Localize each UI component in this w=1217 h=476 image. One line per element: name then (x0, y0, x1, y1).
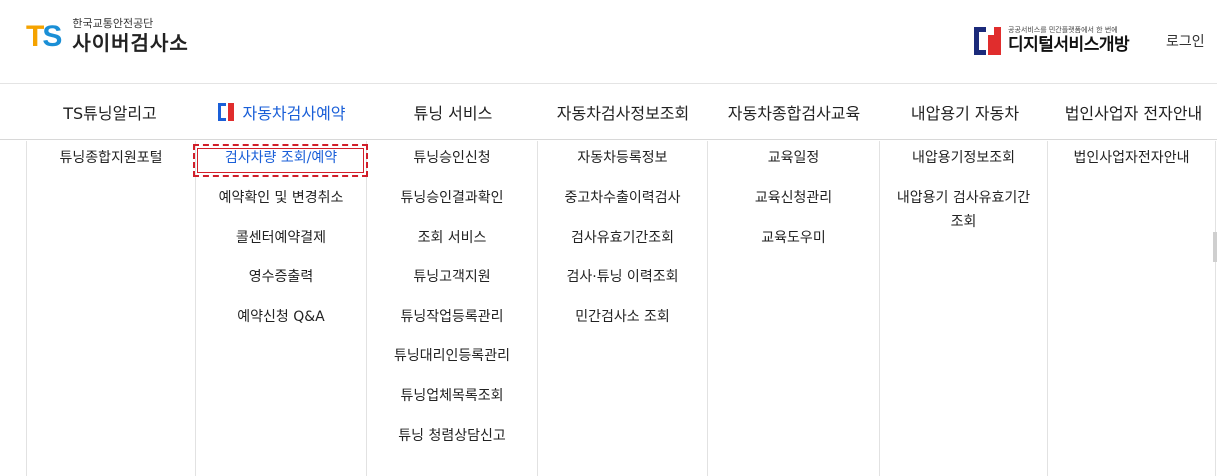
submenu-pressure-vessel-validity[interactable]: 내압용기 검사유효기간 조회 (880, 186, 1047, 234)
submenu-private-inspection-station[interactable]: 민간검사소 조회 (538, 305, 707, 329)
nav-inspection-info[interactable]: 자동차검사정보조회 (538, 84, 708, 140)
submenu-reservation-check[interactable]: 예약확인 및 변경취소 (196, 186, 366, 210)
main-nav: TS튜닝알리고 자동차검사예약 튜닝 서비스 자동차검사정보조회 자동차종합검사… (0, 84, 1217, 140)
nav-pressure-vessel[interactable]: 내압용기 자동차 (880, 84, 1050, 140)
submenu-tuning-agent-registration[interactable]: 튜닝대리인등록관리 (367, 344, 537, 368)
submenu-tuning-approval-result[interactable]: 튜닝승인결과확인 (367, 186, 537, 210)
nav-label: TS튜닝알리고 (63, 104, 157, 123)
site-header: TS 한국교통안전공단 사이버검사소 공공서비스를 민간플랫폼에서 한 번에 디… (0, 0, 1217, 84)
login-link[interactable]: 로그인 (1166, 31, 1205, 51)
submenu-reservation-qna[interactable]: 예약신청 Q&A (196, 305, 366, 329)
submenu-vehicle-registration-info[interactable]: 자동차등록정보 (538, 146, 707, 170)
digital-service-logo-icon (974, 26, 1001, 55)
submenu-col-tuning-service: 튜닝승인신청 튜닝승인결과확인 조회 서비스 튜닝고객지원 튜닝작업등록관리 튜… (367, 141, 538, 476)
brand-bracket-icon (218, 103, 235, 121)
submenu-col-inspection-info: 자동차등록정보 중고차수출이력검사 검사유효기간조회 검사·튜닝 이력조회 민간… (538, 141, 708, 476)
digital-service-banner[interactable]: 공공서비스를 민간플랫폼에서 한 번에 디지털서비스개방 (974, 26, 1130, 55)
submenu-education-schedule[interactable]: 교육일정 (708, 146, 879, 170)
nav-label: 법인사업자 전자안내 (1064, 104, 1203, 123)
digital-service-subtitle: 공공서비스를 민간플랫폼에서 한 번에 (1008, 26, 1118, 34)
ts-logo-mark: TS (26, 20, 62, 53)
submenu-education-application[interactable]: 교육신청관리 (708, 186, 879, 210)
submenu-tuning-work-registration[interactable]: 튜닝작업등록관리 (367, 305, 537, 329)
submenu-education-helper[interactable]: 교육도우미 (708, 226, 879, 250)
submenu-lookup-service[interactable]: 조회 서비스 (367, 226, 537, 250)
submenu-tuning-approval-request[interactable]: 튜닝승인신청 (367, 146, 537, 170)
submenu-col-ts-tuning: 튜닝종합지원포털 (26, 141, 196, 476)
nav-label: 자동차종합검사교육 (727, 104, 861, 123)
submenu-corporate-notice[interactable]: 법인사업자전자안내 (1048, 146, 1215, 170)
logo-organization: 한국교통안전공단 (72, 17, 154, 30)
submenu-tuning-integrity-report[interactable]: 튜닝 청렴상담신고 (367, 424, 537, 448)
submenu-tuning-company-list[interactable]: 튜닝업체목록조회 (367, 384, 537, 408)
site-logo[interactable]: TS 한국교통안전공단 사이버검사소 (26, 18, 189, 56)
submenu-col-pressure-vessel: 내압용기정보조회 내압용기 검사유효기간 조회 (880, 141, 1048, 476)
ts-logo-s: S (42, 20, 62, 53)
submenu-col-reservation: 검사차량 조회/예약 예약확인 및 변경취소 콜센터예약결제 영수증출력 예약신… (196, 141, 367, 476)
submenu-pressure-vessel-info[interactable]: 내압용기정보조회 (880, 146, 1047, 170)
submenu-inspection-validity[interactable]: 검사유효기간조회 (538, 226, 707, 250)
submenu-label-line2: 조회 (950, 214, 977, 230)
digital-service-text: 공공서비스를 민간플랫폼에서 한 번에 디지털서비스개방 (1008, 26, 1130, 55)
submenu-label-line1: 내압용기 검사유효기간 (896, 190, 1031, 206)
submenu-inspection-tuning-history[interactable]: 검사·튜닝 이력조회 (538, 265, 707, 289)
nav-inspection-education[interactable]: 자동차종합검사교육 (708, 84, 880, 140)
ts-logo-t: T (26, 20, 44, 53)
nav-corporate-notice[interactable]: 법인사업자 전자안내 (1050, 84, 1217, 140)
logo-site-title: 사이버검사소 (72, 31, 189, 55)
scrollbar-thumb[interactable] (1213, 232, 1217, 262)
submenu-col-corporate: 법인사업자전자안내 (1048, 141, 1216, 476)
selection-highlight (193, 144, 368, 177)
nav-tuning-service[interactable]: 튜닝 서비스 (368, 84, 538, 140)
nav-label: 튜닝 서비스 (413, 104, 493, 123)
digital-service-title: 디지털서비스개방 (1008, 35, 1130, 55)
submenu-callcenter-payment[interactable]: 콜센터예약결제 (196, 226, 366, 250)
submenu-receipt-print[interactable]: 영수증출력 (196, 265, 366, 289)
nav-vehicle-inspection-reservation[interactable]: 자동차검사예약 (196, 84, 368, 140)
logo-text: 한국교통안전공단 사이버검사소 (72, 18, 188, 56)
nav-label: 자동차검사정보조회 (556, 104, 690, 123)
submenu-tuning-portal[interactable]: 튜닝종합지원포털 (27, 146, 195, 170)
submenu-tuning-support[interactable]: 튜닝고객지원 (367, 265, 537, 289)
nav-label: 내압용기 자동차 (910, 104, 1020, 123)
submenu-used-car-export-check[interactable]: 중고차수출이력검사 (538, 186, 707, 210)
submenu-col-education: 교육일정 교육신청관리 교육도우미 (708, 141, 880, 476)
nav-label: 자동차검사예약 (242, 104, 346, 123)
nav-ts-tuning[interactable]: TS튜닝알리고 (24, 84, 196, 140)
